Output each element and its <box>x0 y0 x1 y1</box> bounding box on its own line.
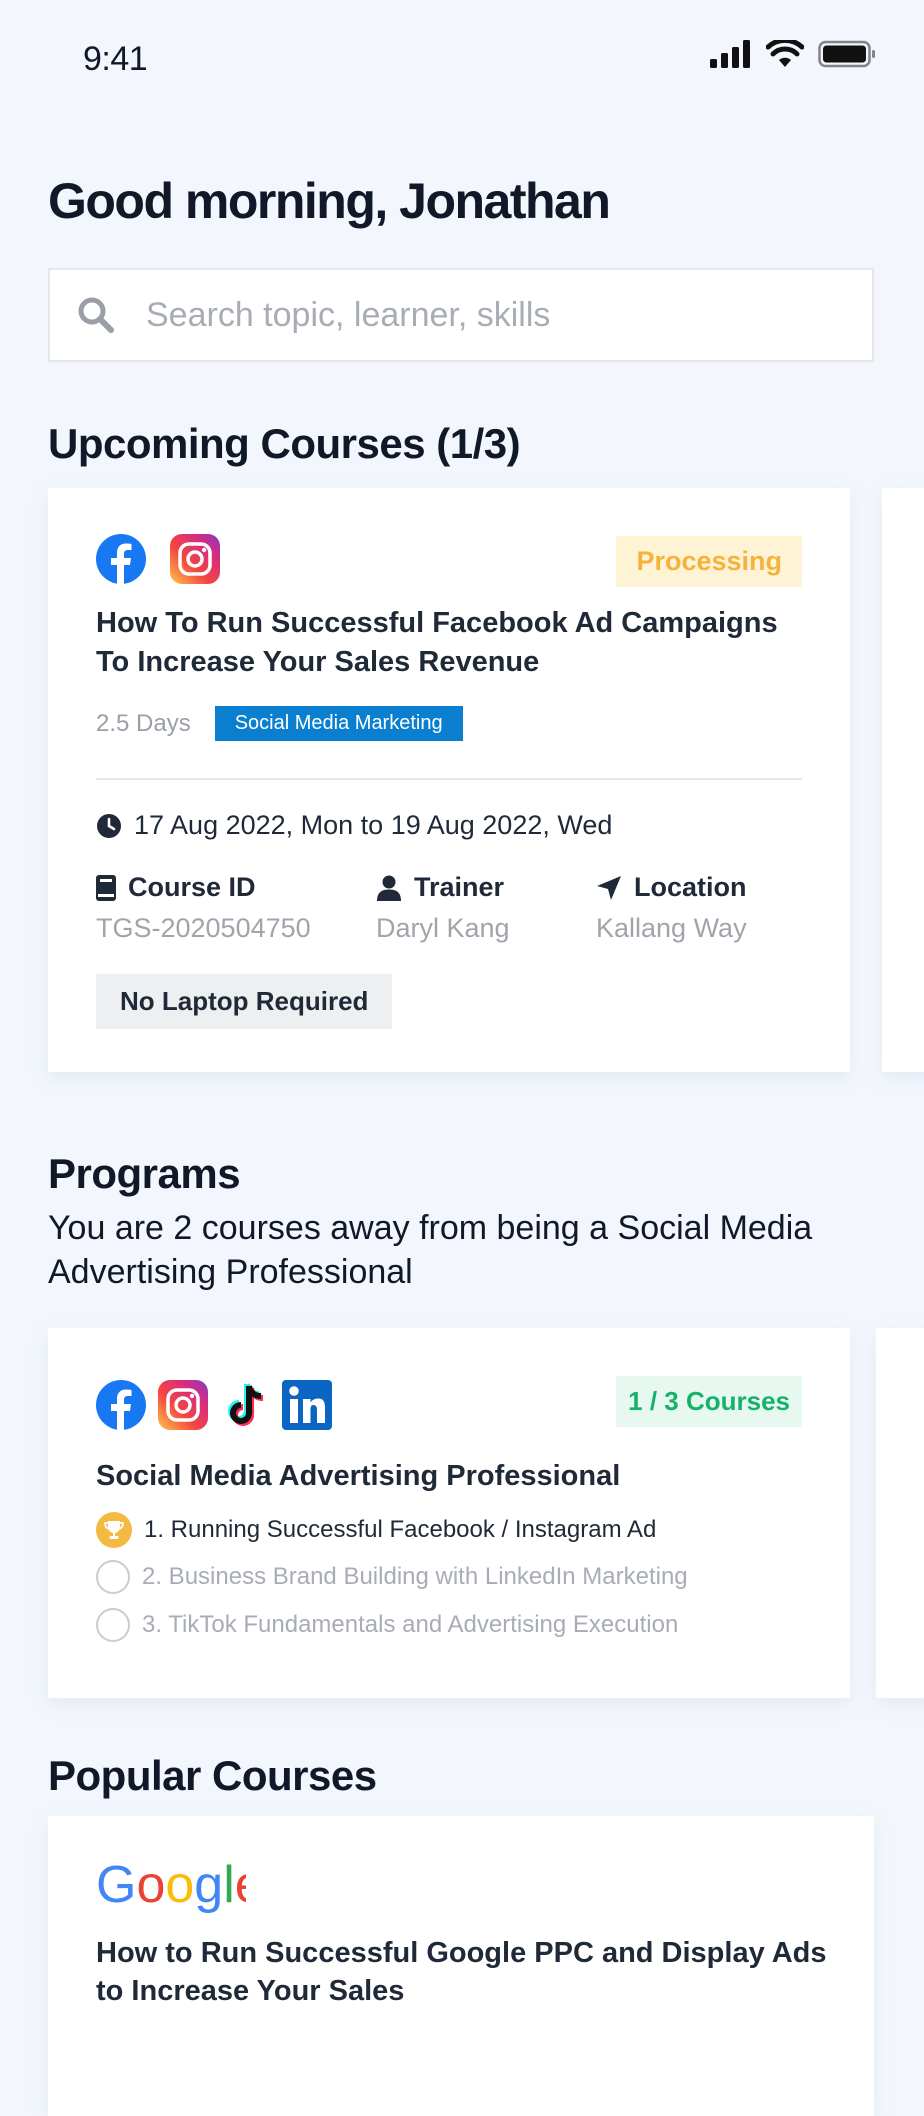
location-arrow-icon <box>597 875 621 900</box>
course-date: 17 Aug 2022, Mon to 19 Aug 2022, Wed <box>96 810 612 841</box>
location-label: Location <box>634 872 747 902</box>
course-id-label: Course ID <box>128 872 256 902</box>
incomplete-circle-icon <box>96 1560 130 1594</box>
book-icon <box>96 874 116 901</box>
search-icon <box>76 295 116 335</box>
course-platform-logos <box>96 534 220 584</box>
location-value: Kallang Way <box>596 913 747 943</box>
instagram-logo <box>170 534 220 584</box>
incomplete-circle-icon <box>96 1608 130 1642</box>
trainer-block: Trainer Daryl Kang <box>376 872 510 944</box>
next-program-card-peek[interactable] <box>876 1328 924 1698</box>
popular-course-title[interactable]: How to Run Successful Google PPC and Dis… <box>96 1934 836 2010</box>
instagram-logo <box>158 1380 208 1430</box>
status-badge: Processing <box>616 536 802 587</box>
program-platform-logos <box>96 1380 332 1430</box>
search-input[interactable] <box>144 294 828 336</box>
course-category-tag: Social Media Marketing <box>214 706 463 741</box>
programs-subtitle: You are 2 courses away from being a Soci… <box>48 1209 813 1291</box>
search-bar[interactable] <box>48 268 874 362</box>
course-meta: 2.5 Days Social Media Marketing <box>96 706 463 741</box>
status-icons <box>710 40 876 68</box>
google-logo: Google <box>96 1858 246 1914</box>
program-step-label: 1. Running Successful Facebook / Instagr… <box>144 1516 657 1543</box>
divider <box>96 778 802 780</box>
greeting-title: Good morning, Jonathan <box>48 173 611 229</box>
course-title[interactable]: How To Run Successful Facebook Ad Campai… <box>96 604 796 682</box>
svg-text:Google: Google <box>96 1858 246 1914</box>
facebook-logo <box>96 534 146 584</box>
clock-icon <box>97 813 121 838</box>
next-course-card-peek[interactable] <box>882 488 924 1072</box>
programs-heading: Programs <box>48 1150 241 1197</box>
trainer-label: Trainer <box>414 872 505 902</box>
courses-progress-badge: 1 / 3 Courses <box>616 1376 802 1427</box>
status-time: 9:41 <box>83 40 148 78</box>
battery-icon <box>818 40 875 68</box>
wifi-icon <box>766 40 804 67</box>
upcoming-course-card[interactable]: Processing How To Run Successful Faceboo… <box>48 488 850 1072</box>
course-id-block: Course ID TGS-2020504750 <box>96 872 311 944</box>
program-card[interactable]: 1 / 3 Courses Social Media Advertising P… <box>48 1328 850 1698</box>
popular-courses-heading: Popular Courses <box>48 1752 377 1799</box>
course-id-value: TGS-2020504750 <box>96 913 311 943</box>
linkedin-logo <box>282 1380 332 1430</box>
course-date-text: 17 Aug 2022, Mon to 19 Aug 2022, Wed <box>134 810 613 840</box>
location-block: Location Kallang Way <box>596 872 747 944</box>
program-step-1[interactable]: 1. Running Successful Facebook / Instagr… <box>96 1512 656 1548</box>
trainer-value: Daryl Kang <box>376 913 510 943</box>
program-step-label: 3. TikTok Fundamentals and Advertising E… <box>142 1611 679 1638</box>
upcoming-courses-heading: Upcoming Courses (1/3) <box>48 420 521 467</box>
tiktok-logo <box>228 1383 264 1426</box>
program-step-2[interactable]: 2. Business Brand Building with LinkedIn… <box>96 1560 688 1594</box>
trophy-icon <box>96 1512 132 1548</box>
program-step-3[interactable]: 3. TikTok Fundamentals and Advertising E… <box>96 1608 678 1642</box>
program-title[interactable]: Social Media Advertising Professional <box>96 1460 620 1493</box>
course-duration: 2.5 Days <box>96 709 191 737</box>
user-icon <box>377 875 401 901</box>
program-step-label: 2. Business Brand Building with LinkedIn… <box>142 1563 688 1590</box>
popular-course-card[interactable]: Google How to Run Successful Google PPC … <box>48 1816 874 2116</box>
requirement-chip: No Laptop Required <box>96 974 393 1029</box>
facebook-logo <box>96 1380 146 1430</box>
signal-icon <box>710 40 750 68</box>
